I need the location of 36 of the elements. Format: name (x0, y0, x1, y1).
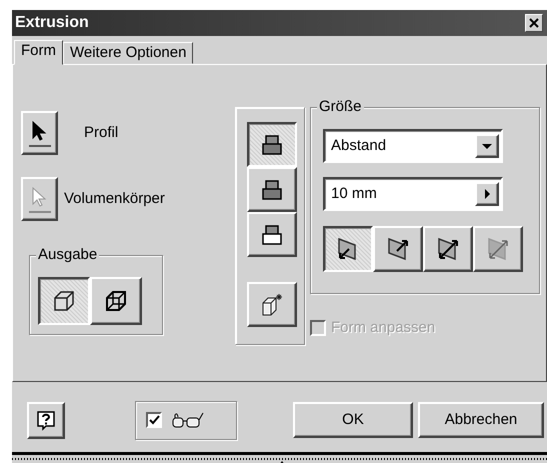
help-button[interactable] (27, 402, 65, 438)
field-value: 10 mm (331, 184, 377, 204)
close-icon (528, 17, 540, 29)
select-button[interactable] (21, 111, 58, 155)
output-button[interactable] (38, 277, 90, 325)
direction-button[interactable] (247, 122, 297, 167)
tab[interactable]: Form (14, 40, 63, 65)
distance-field[interactable]: 10 mm (323, 177, 503, 211)
pointer-icon (28, 186, 50, 212)
check-icon (148, 415, 160, 425)
stacked-boxes-icon (261, 178, 283, 200)
feature-button[interactable] (247, 282, 297, 327)
tab[interactable]: Weitere Optionen (63, 42, 194, 64)
selector-label: Profil (84, 122, 118, 143)
stacked-boxes-icon (261, 134, 283, 156)
extent-button[interactable] (323, 226, 373, 272)
preview-toggle[interactable] (135, 400, 237, 440)
close-button[interactable] (525, 14, 543, 32)
caret-icon (482, 144, 492, 148)
window-title: Extrusion (15, 13, 89, 33)
help-icon (36, 410, 56, 430)
cube-icon (104, 289, 128, 313)
cube-sparkle-icon (260, 292, 284, 316)
caret-icon (484, 189, 490, 199)
checkbox[interactable] (146, 412, 162, 428)
group-label: Ausgabe (36, 246, 100, 264)
cube-icon (52, 289, 76, 313)
dropdown-value: Abstand (331, 136, 386, 156)
glasses-icon (172, 412, 205, 428)
field-menu-button[interactable] (475, 182, 499, 206)
distance-dropdown[interactable]: Abstand (323, 129, 503, 163)
dialog-button[interactable]: OK (293, 402, 413, 438)
selector-label: Volumenkörper (64, 188, 165, 209)
stacked-boxes-icon (261, 224, 283, 246)
dialog-button[interactable]: Abbrechen (418, 402, 544, 438)
pointer-icon (28, 120, 50, 146)
